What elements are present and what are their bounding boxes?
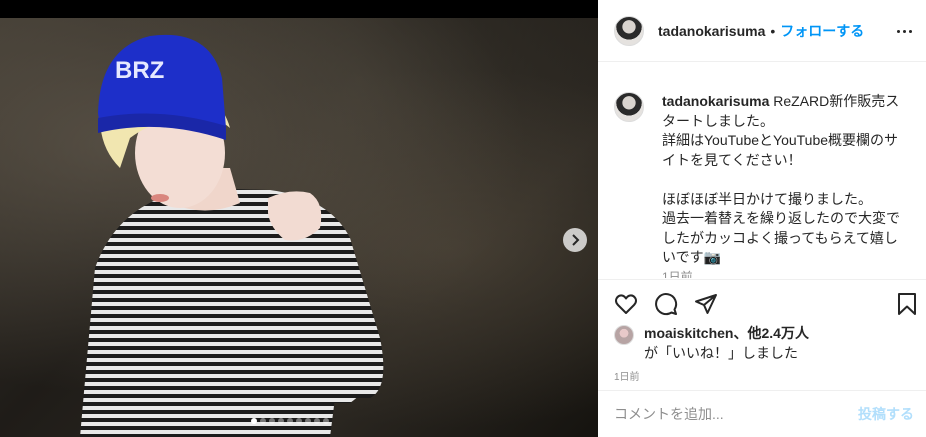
likes-summary: moaiskitchen、他2.4万人 が「いいね！」しました (614, 323, 809, 363)
comment-input[interactable]: コメントを追加... (614, 404, 858, 424)
likes-line2: が「いいね！」しました (644, 345, 798, 361)
more-icon (896, 29, 900, 33)
caption-scroll-area[interactable]: tadanokarisuma ReZARD新作販売スタートしました。 詳細はYo… (598, 63, 926, 278)
post-viewer: BRZ tadanokarisuma • フォローする tadanokarisu… (0, 0, 926, 437)
avatar[interactable] (614, 15, 644, 46)
svg-text:BRZ: BRZ (115, 57, 164, 84)
caption-time: 1日前 (662, 270, 693, 278)
comment-icon[interactable] (654, 292, 678, 316)
action-bar (598, 279, 926, 328)
caption-text: tadanokarisuma ReZARD新作販売スタートしました。 詳細はYo… (662, 92, 907, 268)
bookmark-icon[interactable] (895, 292, 919, 316)
caption: tadanokarisuma ReZARD新作販売スタートしました。 詳細はYo… (614, 92, 914, 268)
post-header: tadanokarisuma • フォローする (598, 0, 926, 62)
liker-username[interactable]: moaiskitchen (644, 325, 733, 341)
next-slide-button[interactable] (563, 228, 587, 252)
post-photo[interactable]: BRZ (0, 18, 598, 437)
chevron-right-icon (572, 234, 580, 246)
post-date[interactable]: 1日前 (614, 368, 640, 383)
slide-dot (278, 418, 284, 424)
slide-dot (314, 418, 320, 424)
post-side-panel: tadanokarisuma • フォローする tadanokarisuma R… (598, 0, 926, 437)
header-username[interactable]: tadanokarisuma (658, 23, 765, 39)
caption-username[interactable]: tadanokarisuma (662, 93, 769, 109)
caption-body: ReZARD新作販売スタートしました。 詳細はYouTubeとYouTube概要… (662, 93, 900, 265)
likes-text: moaiskitchen、他2.4万人 が「いいね！」しました (644, 323, 809, 363)
follow-button[interactable]: フォローする (780, 21, 864, 41)
slide-dot (296, 418, 302, 424)
slide-dot (305, 418, 311, 424)
liker-avatar[interactable] (614, 325, 634, 345)
heart-icon[interactable] (614, 292, 638, 316)
share-icon[interactable] (694, 292, 718, 316)
post-comment-button[interactable]: 投稿する (858, 404, 914, 424)
caption-avatar[interactable] (614, 92, 644, 122)
comment-bar: コメントを追加... 投稿する (598, 390, 926, 437)
more-options-button[interactable] (894, 22, 914, 40)
slide-indicator (251, 418, 329, 424)
slide-dot (287, 418, 293, 424)
person-photo: BRZ (80, 34, 384, 437)
slide-dot (323, 418, 329, 424)
likes-count[interactable]: 、他2.4万人 (733, 325, 808, 341)
slide-dot (269, 418, 275, 424)
slide-dot (251, 418, 257, 424)
separator: • (770, 22, 776, 39)
slide-dot (260, 418, 266, 424)
